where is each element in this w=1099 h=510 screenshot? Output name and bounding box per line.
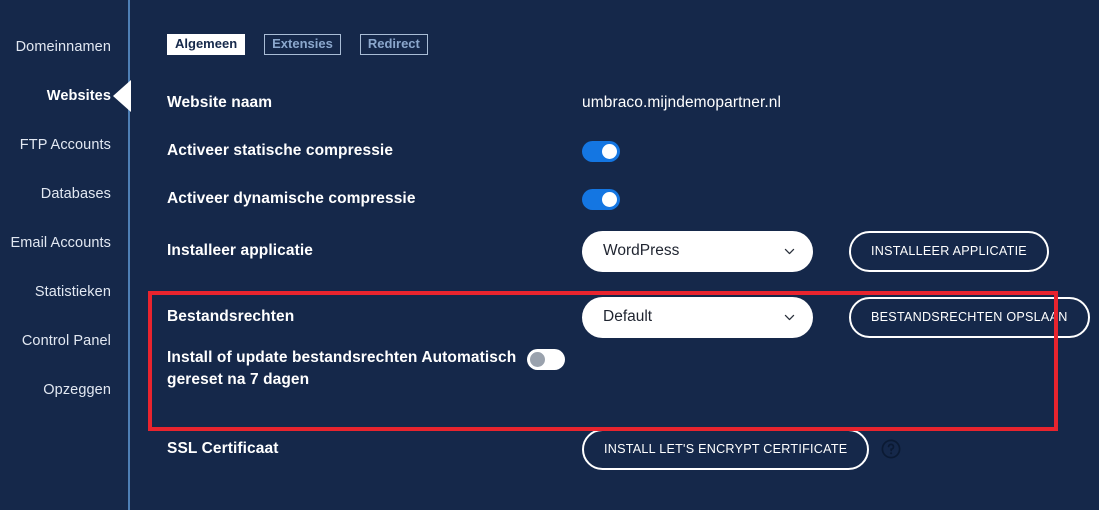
sidebar-item-domeinnamen[interactable]: Domeinnamen xyxy=(0,22,130,71)
control-statische-compressie xyxy=(582,140,1099,162)
sidebar-item-email-accounts[interactable]: Email Accounts xyxy=(0,218,130,267)
bestandsrechten-opslaan-button[interactable]: BESTANDSRECHTEN OPSLAAN xyxy=(849,296,1090,338)
label-website-naam: Website naam xyxy=(167,94,273,111)
tab-redirect[interactable]: Redirect xyxy=(359,34,428,55)
app-root: Domeinnamen Websites FTP Accounts Databa… xyxy=(0,0,1099,510)
select-bestandsrechten-value: Default xyxy=(603,308,653,325)
chevron-down-icon xyxy=(784,248,795,254)
control-website-naam: umbraco.mijndemopartner.nl xyxy=(582,94,1099,112)
tab-extensies[interactable]: Extensies xyxy=(264,34,341,55)
toggle-auto-reset[interactable] xyxy=(527,349,565,370)
control-dynamische-compressie xyxy=(582,188,1099,210)
toggle-knob xyxy=(530,352,545,367)
website-settings-form: Website naam umbraco.mijndemopartner.nl … xyxy=(167,79,1099,477)
sidebar-item-label: FTP Accounts xyxy=(19,136,111,153)
chevron-down-icon xyxy=(784,314,795,320)
sidebar-item-label: Statistieken xyxy=(34,283,111,300)
label-statische-compressie: Activeer statische compressie xyxy=(167,142,394,159)
control-auto-reset xyxy=(527,347,1099,370)
sidebar-item-label: Email Accounts xyxy=(10,234,111,251)
control-ssl-certificaat: INSTALL LET'S ENCRYPT CERTIFICATE xyxy=(582,428,1099,470)
sidebar: Domeinnamen Websites FTP Accounts Databa… xyxy=(0,0,131,510)
toggle-knob xyxy=(602,191,617,207)
main-content: Algemeen Extensies Redirect Website naam… xyxy=(130,0,1099,510)
sidebar-item-opzeggen[interactable]: Opzeggen xyxy=(0,365,130,414)
toggle-statische-compressie[interactable] xyxy=(582,140,620,162)
installeer-applicatie-button[interactable]: INSTALLEER APPLICATIE xyxy=(849,230,1049,272)
tab-bar: Algemeen Extensies Redirect xyxy=(167,0,1099,55)
row-bestandsrechten: Bestandsrechten Default BESTANDSRECHTEN … xyxy=(167,287,1099,347)
select-applicatie[interactable]: WordPress xyxy=(582,230,813,272)
row-statische-compressie: Activeer statische compressie xyxy=(167,127,1099,175)
active-indicator-arrow-icon xyxy=(113,79,131,112)
row-dynamische-compressie: Activeer dynamische compressie xyxy=(167,175,1099,223)
sidebar-item-websites[interactable]: Websites xyxy=(0,71,131,120)
row-website-naam: Website naam umbraco.mijndemopartner.nl xyxy=(167,79,1099,127)
row-installeer-applicatie: Installeer applicatie WordPress INSTALLE… xyxy=(167,223,1099,279)
install-lets-encrypt-certificate-button[interactable]: INSTALL LET'S ENCRYPT CERTIFICATE xyxy=(582,428,870,470)
question-mark-circle-icon[interactable] xyxy=(881,439,901,459)
sidebar-item-label: Databases xyxy=(40,185,111,202)
sidebar-item-databases[interactable]: Databases xyxy=(0,169,130,218)
row-auto-reset: Install of update bestandsrechten Automa… xyxy=(167,347,1099,403)
toggle-knob xyxy=(602,143,617,159)
label-ssl-certificaat: SSL Certificaat xyxy=(167,440,279,457)
row-ssl-certificaat: SSL Certificaat INSTALL LET'S ENCRYPT CE… xyxy=(167,421,1099,477)
sidebar-item-label: Domeinnamen xyxy=(15,38,111,55)
sidebar-item-ftp-accounts[interactable]: FTP Accounts xyxy=(0,120,130,169)
sidebar-item-label: Opzeggen xyxy=(43,381,111,398)
label-installeer-applicatie: Installeer applicatie xyxy=(167,242,313,259)
sidebar-item-label: Control Panel xyxy=(21,332,111,349)
sidebar-item-statistieken[interactable]: Statistieken xyxy=(0,267,130,316)
label-auto-reset: Install of update bestandsrechten Automa… xyxy=(167,349,517,388)
select-bestandsrechten[interactable]: Default xyxy=(582,296,813,338)
control-bestandsrechten: Default BESTANDSRECHTEN OPSLAAN xyxy=(582,296,1099,338)
select-applicatie-value: WordPress xyxy=(603,242,680,259)
sidebar-item-label: Websites xyxy=(46,87,111,104)
label-dynamische-compressie: Activeer dynamische compressie xyxy=(167,190,416,207)
tab-algemeen[interactable]: Algemeen xyxy=(167,34,246,55)
label-bestandsrechten: Bestandsrechten xyxy=(167,308,295,325)
sidebar-item-control-panel[interactable]: Control Panel xyxy=(0,316,130,365)
control-installeer-applicatie: WordPress INSTALLEER APPLICATIE xyxy=(582,230,1099,272)
toggle-dynamische-compressie[interactable] xyxy=(582,188,620,210)
value-website-naam: umbraco.mijndemopartner.nl xyxy=(582,94,782,111)
